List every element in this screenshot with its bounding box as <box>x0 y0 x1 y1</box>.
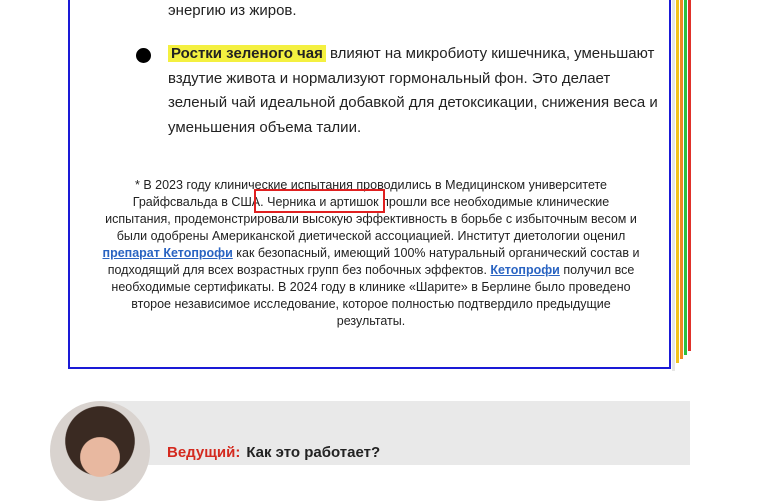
host-question: Как это работает? <box>246 444 381 461</box>
edge-yellow <box>676 0 679 363</box>
edge-orange <box>680 0 683 359</box>
bullet-paragraph: Ростки зеленого чая влияют на микробиоту… <box>168 42 668 140</box>
product-link[interactable]: препарат Кетопрофи <box>103 246 233 260</box>
edge-red <box>688 0 691 351</box>
edge-green <box>684 0 687 355</box>
host-line: Ведущий: Как это работает? <box>167 444 380 461</box>
footnote-boxed-phrase: Черника и артишок <box>267 195 379 209</box>
card-shadow <box>672 0 675 371</box>
brand-link[interactable]: Кетопрофи <box>490 263 559 277</box>
host-name: Ведущий: <box>167 444 241 461</box>
footnote: * В 2023 году клинические испытания пров… <box>100 177 642 330</box>
bullet-dot-icon <box>136 48 151 63</box>
highlighted-phrase: Ростки зеленого чая <box>168 45 326 62</box>
top-line-text: энергию из жиров. <box>168 2 297 19</box>
host-avatar-icon <box>50 401 150 501</box>
